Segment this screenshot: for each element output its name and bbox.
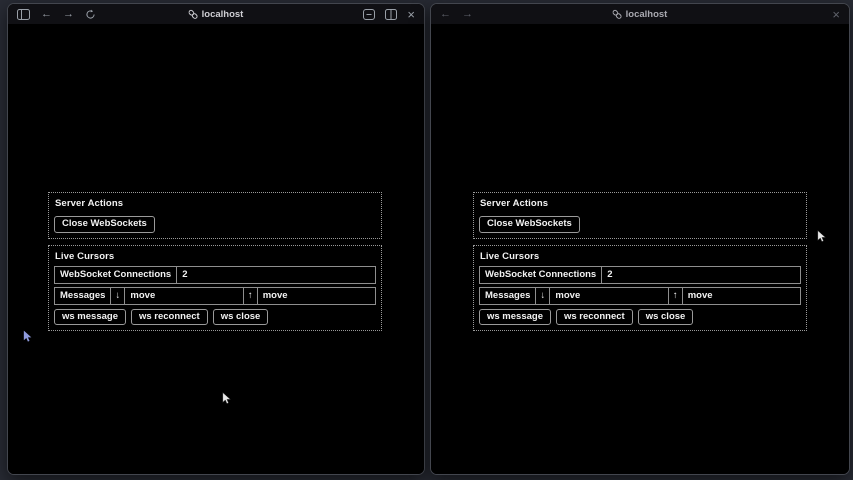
websocket-connections-row: WebSocket Connections 2	[54, 266, 376, 284]
connections-label: WebSocket Connections	[55, 267, 177, 283]
link-icon	[613, 9, 622, 20]
last-received-message: move	[125, 288, 243, 304]
last-received-message: move	[550, 288, 668, 304]
ws-close-button[interactable]: ws close	[638, 309, 694, 326]
messages-label: Messages	[480, 288, 536, 304]
forward-icon[interactable]: →	[462, 9, 473, 20]
url-text: localhost	[202, 9, 244, 20]
server-actions-panel: Server Actions Close WebSockets	[473, 192, 807, 239]
last-sent-message: move	[258, 288, 375, 304]
server-actions-panel: Server Actions Close WebSockets	[48, 192, 382, 239]
arrow-down-icon: ↓	[536, 288, 550, 304]
reload-icon[interactable]	[85, 9, 96, 20]
panel-title: Server Actions	[480, 198, 801, 209]
messages-label: Messages	[55, 288, 111, 304]
websocket-connections-row: WebSocket Connections 2	[479, 266, 801, 284]
live-cursors-panel: Live Cursors WebSocket Connections 2 Mes…	[473, 245, 807, 332]
messages-row: Messages ↓ move ↑ move	[479, 287, 801, 305]
ws-close-button[interactable]: ws close	[213, 309, 269, 326]
arrow-down-icon: ↓	[111, 288, 125, 304]
arrow-up-icon: ↑	[244, 288, 258, 304]
sidebar-toggle-icon[interactable]	[17, 9, 30, 20]
titlebar[interactable]: ← → localhost ×	[8, 4, 424, 24]
split-view-icon[interactable]	[385, 9, 397, 20]
page-content: Server Actions Close WebSockets Live Cur…	[431, 24, 849, 475]
close-icon[interactable]: ×	[832, 8, 840, 21]
window-controls: ×	[832, 8, 840, 21]
desktop: { "desktop": { "bg": "#282b34" }, "windo…	[0, 0, 853, 480]
panel-title: Live Cursors	[55, 251, 376, 262]
browser-window-left: ← → localhost × Server Actions	[7, 3, 425, 475]
close-icon[interactable]: ×	[407, 8, 415, 21]
back-icon[interactable]: ←	[440, 9, 451, 20]
messages-row: Messages ↓ move ↑ move	[54, 287, 376, 305]
url-text: localhost	[626, 9, 668, 20]
ws-message-button[interactable]: ws message	[54, 309, 126, 326]
ws-reconnect-button[interactable]: ws reconnect	[131, 309, 208, 326]
arrow-up-icon: ↑	[669, 288, 683, 304]
back-icon[interactable]: ←	[41, 9, 52, 20]
ws-message-button[interactable]: ws message	[479, 309, 551, 326]
live-cursors-panel: Live Cursors WebSocket Connections 2 Mes…	[48, 245, 382, 332]
nav-controls: ← →	[440, 9, 473, 20]
panel-title: Live Cursors	[480, 251, 801, 262]
browser-window-right: ← → localhost × Server Actions Close Web…	[430, 3, 850, 475]
close-websockets-button[interactable]: Close WebSockets	[54, 216, 155, 233]
ws-buttons-row: ws message ws reconnect ws close	[479, 309, 801, 326]
address-display[interactable]: localhost	[613, 4, 668, 24]
ws-buttons-row: ws message ws reconnect ws close	[54, 309, 376, 326]
close-websockets-button[interactable]: Close WebSockets	[479, 216, 580, 233]
connections-label: WebSocket Connections	[480, 267, 602, 283]
window-controls: ×	[363, 8, 415, 21]
connections-value: 2	[602, 267, 800, 283]
reader-icon[interactable]	[363, 9, 375, 20]
panel-title: Server Actions	[55, 198, 376, 209]
address-display[interactable]: localhost	[189, 4, 244, 24]
link-icon	[189, 9, 198, 20]
forward-icon[interactable]: →	[63, 9, 74, 20]
ws-reconnect-button[interactable]: ws reconnect	[556, 309, 633, 326]
connections-value: 2	[177, 267, 375, 283]
last-sent-message: move	[683, 288, 800, 304]
titlebar[interactable]: ← → localhost ×	[431, 4, 849, 24]
panels: Server Actions Close WebSockets Live Cur…	[48, 192, 382, 337]
page-content: Server Actions Close WebSockets Live Cur…	[8, 24, 424, 475]
nav-controls: ← →	[17, 9, 96, 20]
panels: Server Actions Close WebSockets Live Cur…	[473, 192, 807, 337]
